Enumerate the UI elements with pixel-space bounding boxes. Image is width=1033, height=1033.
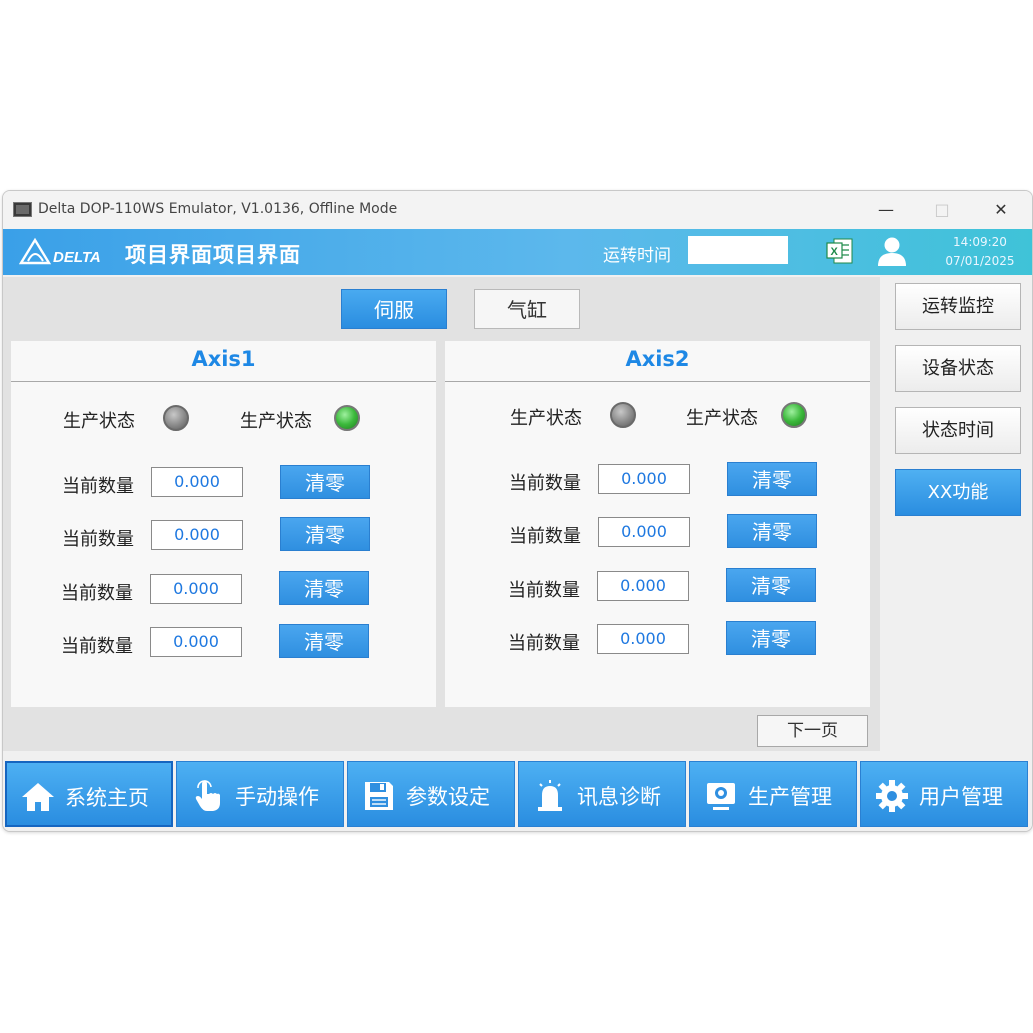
axis1-status-led-green (334, 405, 360, 431)
clock-time: 14:09:20 (953, 235, 1007, 249)
axis2-status-led-green (781, 402, 807, 428)
axis1-count-label-2: 当前数量 (62, 529, 134, 550)
axis1-clear-button-2[interactable]: 清零 (280, 517, 370, 551)
close-button[interactable]: ✕ (986, 197, 1016, 223)
axis2-status-led-gray (610, 402, 636, 428)
save-disk-icon (365, 782, 393, 810)
axis1-clear-button-1[interactable]: 清零 (280, 465, 370, 499)
right-sidebar: 运转监控 设备状态 状态时间 XX功能 (881, 277, 1032, 751)
maximize-button[interactable]: □ (927, 197, 957, 223)
axis1-panel: Axis1 生产状态 生产状态 当前数量 0.000 清零 当前数量 0.000… (11, 341, 436, 707)
nav-label: 系统主页 (65, 786, 149, 810)
axis2-status-label-2: 生产状态 (686, 408, 758, 429)
axis1-divider (11, 381, 436, 382)
axis1-count-field-3[interactable]: 0.000 (150, 574, 242, 604)
axis2-title: Axis2 (625, 347, 690, 371)
axis2-clear-button-4[interactable]: 清零 (726, 621, 816, 655)
home-icon (22, 783, 54, 811)
clock-date: 07/01/2025 (945, 254, 1015, 268)
nav-system-home[interactable]: 系统主页 (5, 761, 173, 827)
gear-icon (876, 780, 908, 812)
svg-text:X: X (831, 246, 839, 258)
runtime-label: 运转时间 (603, 246, 671, 266)
window-titlebar: Delta DOP-110WS Emulator, V1.0136, Offli… (3, 191, 1032, 229)
user-icon[interactable] (875, 234, 909, 268)
axis1-count-field-4[interactable]: 0.000 (150, 627, 242, 657)
runtime-value-field (688, 236, 788, 264)
next-page-button[interactable]: 下一页 (757, 715, 868, 747)
axis1-clear-button-4[interactable]: 清零 (279, 624, 369, 658)
nav-production-management[interactable]: 生产管理 (689, 761, 857, 827)
project-title: 项目界面项目界面 (125, 243, 301, 267)
axis1-title: Axis1 (191, 347, 256, 371)
header-bar: DELTA 项目界面项目界面 运转时间 X 14:09:20 07/01/202… (3, 229, 1032, 275)
axis1-status-label-1: 生产状态 (63, 411, 135, 432)
hand-pointer-icon (195, 780, 220, 811)
sidebar-item-run-monitor[interactable]: 运转监控 (895, 283, 1021, 330)
window-title: Delta DOP-110WS Emulator, V1.0136, Offli… (38, 201, 398, 217)
sidebar-item-xx-function[interactable]: XX功能 (895, 469, 1021, 516)
clock: 14:09:20 07/01/2025 (935, 233, 1025, 271)
excel-export-icon[interactable]: X (824, 235, 856, 267)
emulator-window: Delta DOP-110WS Emulator, V1.0136, Offli… (2, 190, 1033, 832)
nav-manual-operation[interactable]: 手动操作 (176, 761, 344, 827)
nav-user-management[interactable]: 用户管理 (860, 761, 1028, 827)
axis2-divider (445, 381, 870, 382)
nav-label: 生产管理 (748, 785, 832, 809)
sidebar-item-status-time[interactable]: 状态时间 (895, 407, 1021, 454)
alarm-bell-icon (538, 780, 562, 811)
axis2-count-label-3: 当前数量 (508, 580, 580, 601)
axis2-clear-button-3[interactable]: 清零 (726, 568, 816, 602)
nav-parameter-settings[interactable]: 参数设定 (347, 761, 515, 827)
axis1-count-label-1: 当前数量 (62, 476, 134, 497)
axis2-clear-button-1[interactable]: 清零 (727, 462, 817, 496)
bottom-nav: 系统主页 手动操作 参数设定 讯息诊断 生产管理 用户管理 (3, 753, 1032, 831)
sidebar-item-device-status[interactable]: 设备状态 (895, 345, 1021, 392)
axis2-count-field-3[interactable]: 0.000 (597, 571, 689, 601)
axis2-count-field-2[interactable]: 0.000 (598, 517, 690, 547)
axis1-status-led-gray (163, 405, 189, 431)
axis2-count-label-1: 当前数量 (509, 473, 581, 494)
axis2-count-field-4[interactable]: 0.000 (597, 624, 689, 654)
axis1-status-label-2: 生产状态 (240, 411, 312, 432)
axis1-count-field-2[interactable]: 0.000 (151, 520, 243, 550)
nav-label: 讯息诊断 (577, 785, 661, 809)
axis1-count-label-4: 当前数量 (61, 636, 133, 657)
axis2-count-label-4: 当前数量 (508, 633, 580, 654)
axis1-clear-button-3[interactable]: 清零 (279, 571, 369, 605)
nav-label: 用户管理 (919, 785, 1003, 809)
app-icon (13, 202, 32, 217)
axis2-status-label-1: 生产状态 (510, 408, 582, 429)
axis2-panel: Axis2 生产状态 生产状态 当前数量 0.000 清零 当前数量 0.000… (445, 341, 870, 707)
axis1-count-label-3: 当前数量 (61, 583, 133, 604)
tab-servo[interactable]: 伺服 (341, 289, 447, 329)
axis2-clear-button-2[interactable]: 清零 (727, 514, 817, 548)
minimize-button[interactable]: — (871, 197, 901, 223)
delta-logo: DELTA (19, 237, 101, 266)
logo-text: DELTA (53, 249, 101, 266)
monitor-icon (707, 783, 735, 810)
nav-label: 参数设定 (406, 785, 490, 809)
main-content: 伺服 气缸 Axis1 生产状态 生产状态 当前数量 0.000 清零 当前数量… (3, 277, 880, 751)
axis1-count-field-1[interactable]: 0.000 (151, 467, 243, 497)
axis2-count-label-2: 当前数量 (509, 526, 581, 547)
axis2-count-field-1[interactable]: 0.000 (598, 464, 690, 494)
tab-cylinder[interactable]: 气缸 (474, 289, 580, 329)
nav-label: 手动操作 (235, 785, 319, 809)
nav-message-diagnosis[interactable]: 讯息诊断 (518, 761, 686, 827)
